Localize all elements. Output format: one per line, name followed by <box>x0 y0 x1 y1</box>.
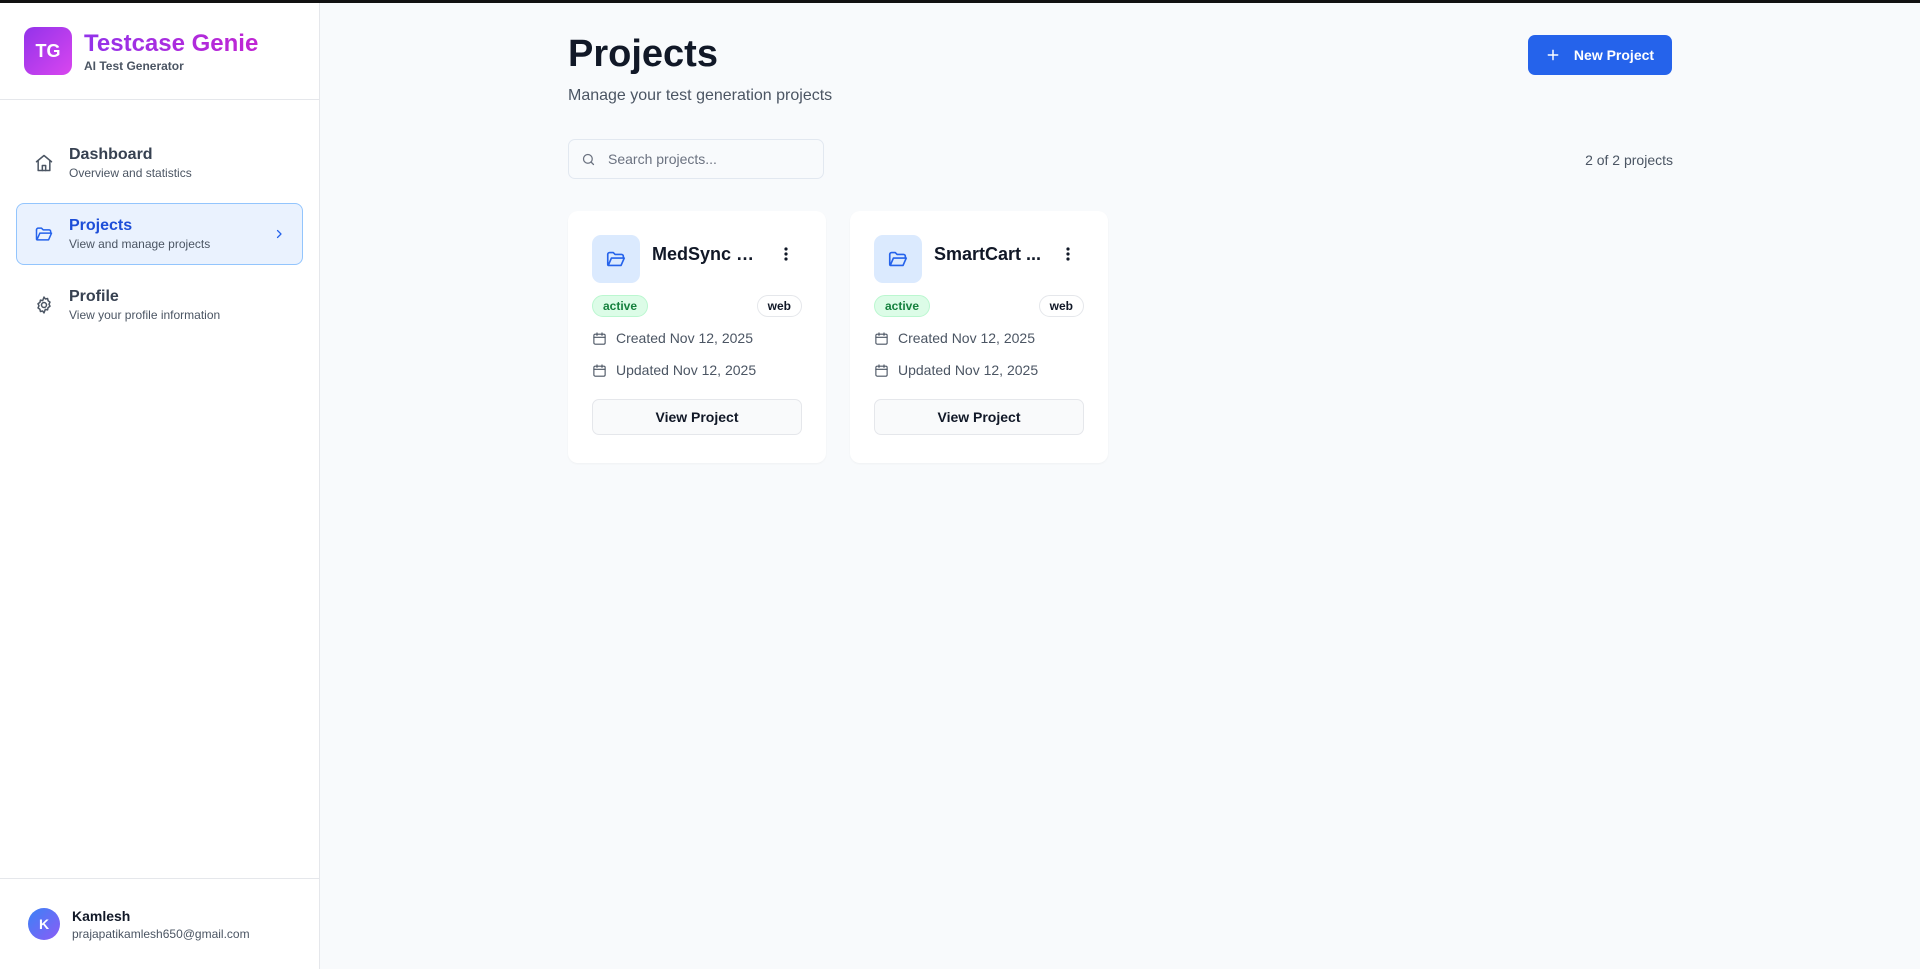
project-card[interactable]: SmartCart ... active web Created Nov 12,… <box>850 211 1108 463</box>
sidebar-item-label: Dashboard <box>69 146 153 163</box>
chevron-right-icon <box>272 227 286 241</box>
page-subtitle: Manage your test generation projects <box>568 87 833 104</box>
sidebar-item-description: Overview and statistics <box>69 166 192 180</box>
search-icon <box>581 152 596 167</box>
user-info: Kamlesh prajapatikamlesh650@gmail.com <box>72 908 250 941</box>
status-badge: active <box>874 295 931 317</box>
created-date: Created Nov 12, 2025 <box>898 330 1035 346</box>
project-badges: active web <box>874 295 1084 317</box>
created-date: Created Nov 12, 2025 <box>616 330 753 346</box>
calendar-icon <box>874 363 890 378</box>
calendar-icon <box>874 331 890 346</box>
avatar[interactable]: K <box>28 908 60 940</box>
updated-date-row: Updated Nov 12, 2025 <box>592 359 802 381</box>
status-badge: active <box>592 295 649 317</box>
brand-header: TG Testcase Genie AI Test Generator <box>0 3 319 100</box>
created-date-row: Created Nov 12, 2025 <box>874 327 1084 349</box>
project-grid: MedSync P... active web Created Nov 12, … <box>568 211 1108 463</box>
brand-title[interactable]: Testcase Genie <box>84 30 258 58</box>
project-title[interactable]: SmartCart ... <box>934 244 1042 265</box>
sidebar-item-dashboard[interactable]: Dashboard Overview and statistics <box>16 132 303 194</box>
page-title: Projects <box>568 33 718 75</box>
new-project-button[interactable]: New Project <box>1528 35 1672 75</box>
home-icon <box>33 152 55 174</box>
sidebar-item-text: Profile View your profile information <box>69 287 286 323</box>
user-name: Kamlesh <box>72 907 131 924</box>
view-project-button[interactable]: View Project <box>592 399 802 435</box>
search-box[interactable] <box>568 139 824 179</box>
results-count: 2 of 2 projects <box>1585 152 1673 168</box>
folder-open-icon <box>874 235 922 283</box>
updated-date-row: Updated Nov 12, 2025 <box>874 359 1084 381</box>
calendar-icon <box>592 331 608 346</box>
sidebar-item-description: View your profile information <box>69 308 221 322</box>
sidebar: TG Testcase Genie AI Test Generator Dash… <box>0 3 320 969</box>
sidebar-item-profile[interactable]: Profile View your profile information <box>16 274 303 336</box>
updated-date: Updated Nov 12, 2025 <box>898 362 1039 378</box>
project-title[interactable]: MedSync P... <box>652 244 760 265</box>
user-email: prajapatikamlesh650@gmail.com <box>72 926 250 941</box>
folder-open-icon <box>33 223 55 245</box>
project-card-header: SmartCart ... <box>874 235 1084 283</box>
new-project-label: New Project <box>1573 47 1655 63</box>
sidebar-item-text: Projects View and manage projects <box>69 216 272 252</box>
type-badge: web <box>756 295 802 317</box>
folder-open-icon <box>592 235 640 283</box>
sidebar-item-projects[interactable]: Projects View and manage projects <box>16 203 303 265</box>
view-project-button[interactable]: View Project <box>874 399 1084 435</box>
brand-subtitle: AI Test Generator <box>84 58 184 73</box>
type-badge: web <box>1038 295 1084 317</box>
sidebar-item-description: View and manage projects <box>69 237 211 251</box>
project-badges: active web <box>592 295 802 317</box>
more-options-icon[interactable] <box>1060 247 1076 261</box>
gear-icon <box>33 294 55 316</box>
created-date-row: Created Nov 12, 2025 <box>592 327 802 349</box>
search-input[interactable] <box>608 151 808 167</box>
brand-text: Testcase Genie AI Test Generator <box>84 30 258 73</box>
user-profile-footer[interactable]: K Kamlesh prajapatikamlesh650@gmail.com <box>0 878 319 969</box>
plus-icon <box>1546 48 1560 62</box>
more-options-icon[interactable] <box>778 247 794 261</box>
sidebar-item-label: Profile <box>69 288 119 305</box>
sidebar-item-label: Projects <box>69 217 133 234</box>
sidebar-item-text: Dashboard Overview and statistics <box>69 145 286 181</box>
updated-date: Updated Nov 12, 2025 <box>616 362 757 378</box>
project-card-header: MedSync P... <box>592 235 802 283</box>
calendar-icon <box>592 363 608 378</box>
sidebar-nav: Dashboard Overview and statistics Projec… <box>0 100 319 336</box>
project-card[interactable]: MedSync P... active web Created Nov 12, … <box>568 211 826 463</box>
brand-logo[interactable]: TG <box>24 27 72 75</box>
